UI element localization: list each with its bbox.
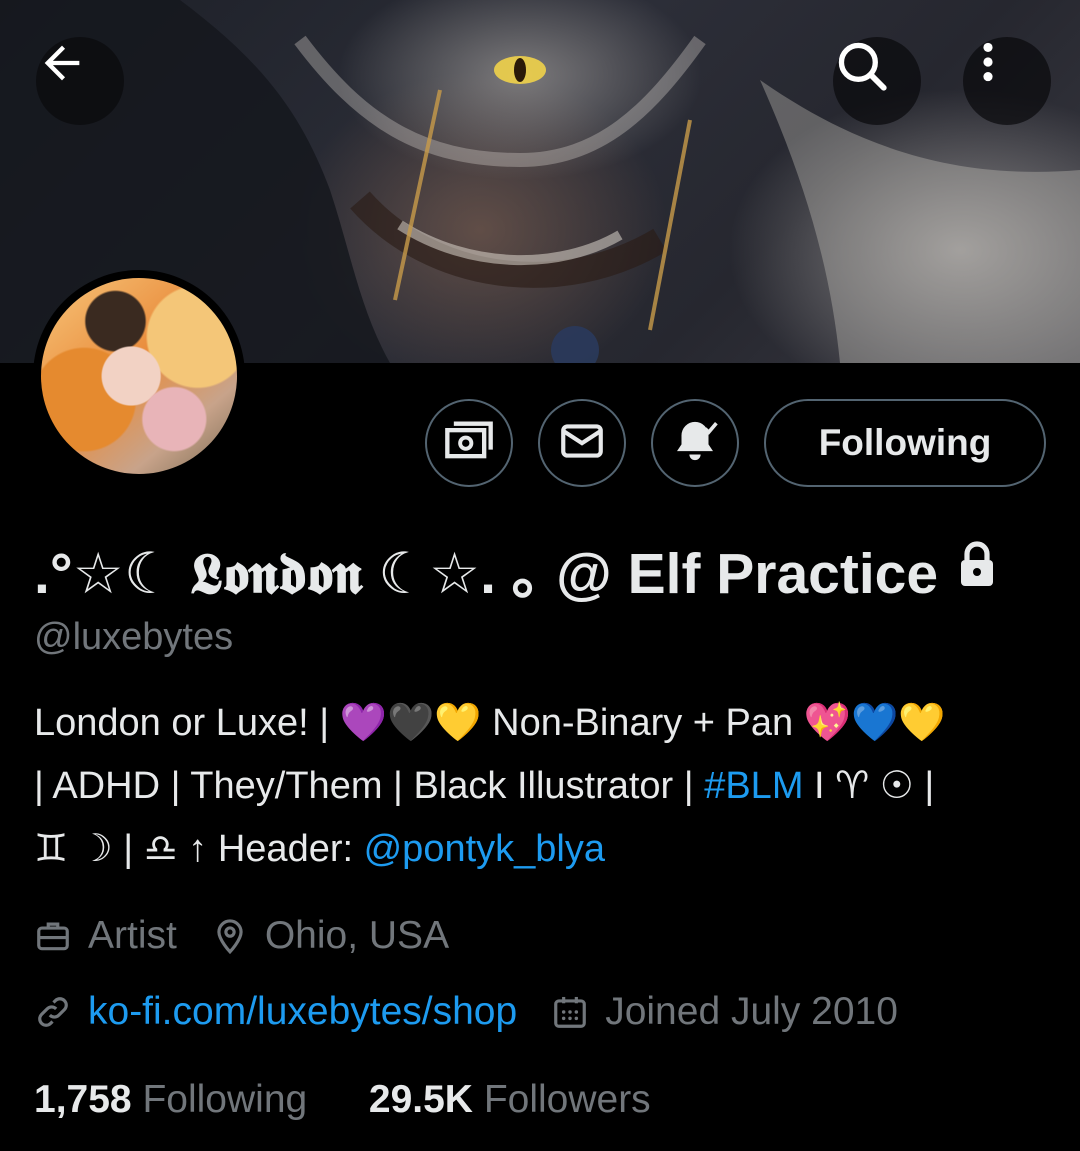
profile-meta-row-1: Artist Ohio, USA (34, 914, 449, 958)
bio-line-1: London or Luxe! | 💜🖤💛 Non-Binary + Pan 💖… (34, 702, 946, 744)
profile-bio: London or Luxe! | 💜🖤💛 Non-Binary + Pan 💖… (34, 692, 1044, 881)
followers-stat[interactable]: 29.5K Followers (369, 1078, 651, 1121)
bell-subscribed-icon (668, 414, 722, 473)
bio-line-3: ♊ ☽ | ♎ ↑ Header: @pontyk_blya (34, 818, 1044, 881)
notifications-button[interactable] (651, 399, 739, 487)
location-text: Ohio, USA (264, 914, 450, 957)
tip-button[interactable] (425, 399, 513, 487)
website-link[interactable]: ko-fi.com/luxebytes/shop (88, 990, 517, 1034)
message-button[interactable] (538, 399, 626, 487)
following-stat[interactable]: 1,758 Following (34, 1078, 307, 1121)
profile-meta-row-2: ko-fi.com/luxebytes/shop Joined July 201… (34, 990, 898, 1034)
following-label: Following (142, 1078, 308, 1121)
money-icon (443, 415, 495, 472)
followers-count: 29.5K (368, 1078, 473, 1121)
profession-text: Artist (88, 914, 177, 957)
bio-line-2-text: | ADHD | They/Them | Black Illustrator | (34, 765, 705, 807)
location-pin-icon (211, 917, 249, 955)
search-button[interactable] (833, 37, 921, 125)
profile-handle: @luxebytes (34, 616, 234, 658)
more-options-button[interactable] (963, 37, 1051, 125)
bio-line-2-suffix: I ♈ ☉ | (803, 765, 935, 807)
back-button[interactable] (36, 37, 124, 125)
envelope-icon (557, 416, 607, 471)
follow-stats: 1,758 Following 29.5K Followers (34, 1078, 651, 1122)
bio-line-2: | ADHD | They/Them | Black Illustrator |… (34, 755, 1044, 818)
following-count: 1,758 (34, 1078, 132, 1121)
briefcase-icon (34, 917, 72, 955)
bio-line-3-text: ♊ ☽ | ♎ ↑ Header: (34, 828, 364, 870)
profile-avatar[interactable] (33, 270, 245, 482)
header-artist-mention-link[interactable]: @pontyk_blya (364, 828, 605, 870)
joined-date-text: Joined July 2010 (605, 990, 898, 1033)
following-button[interactable]: Following (764, 399, 1046, 487)
calendar-icon (551, 993, 589, 1031)
display-name-text: .°☆☾ 𝕷𝖔𝖓𝖉𝖔𝖓 ☾☆. ｡ @ Elf Practice (34, 542, 939, 606)
following-button-label: Following (818, 422, 992, 463)
display-name: .°☆☾ 𝕷𝖔𝖓𝖉𝖔𝖓 ☾☆. ｡ @ Elf Practice (34, 528, 998, 610)
lock-icon (956, 536, 998, 602)
blm-hashtag-link[interactable]: #BLM (704, 765, 803, 807)
avatar-image (41, 278, 237, 474)
followers-label: Followers (483, 1078, 651, 1121)
link-icon (34, 993, 72, 1031)
